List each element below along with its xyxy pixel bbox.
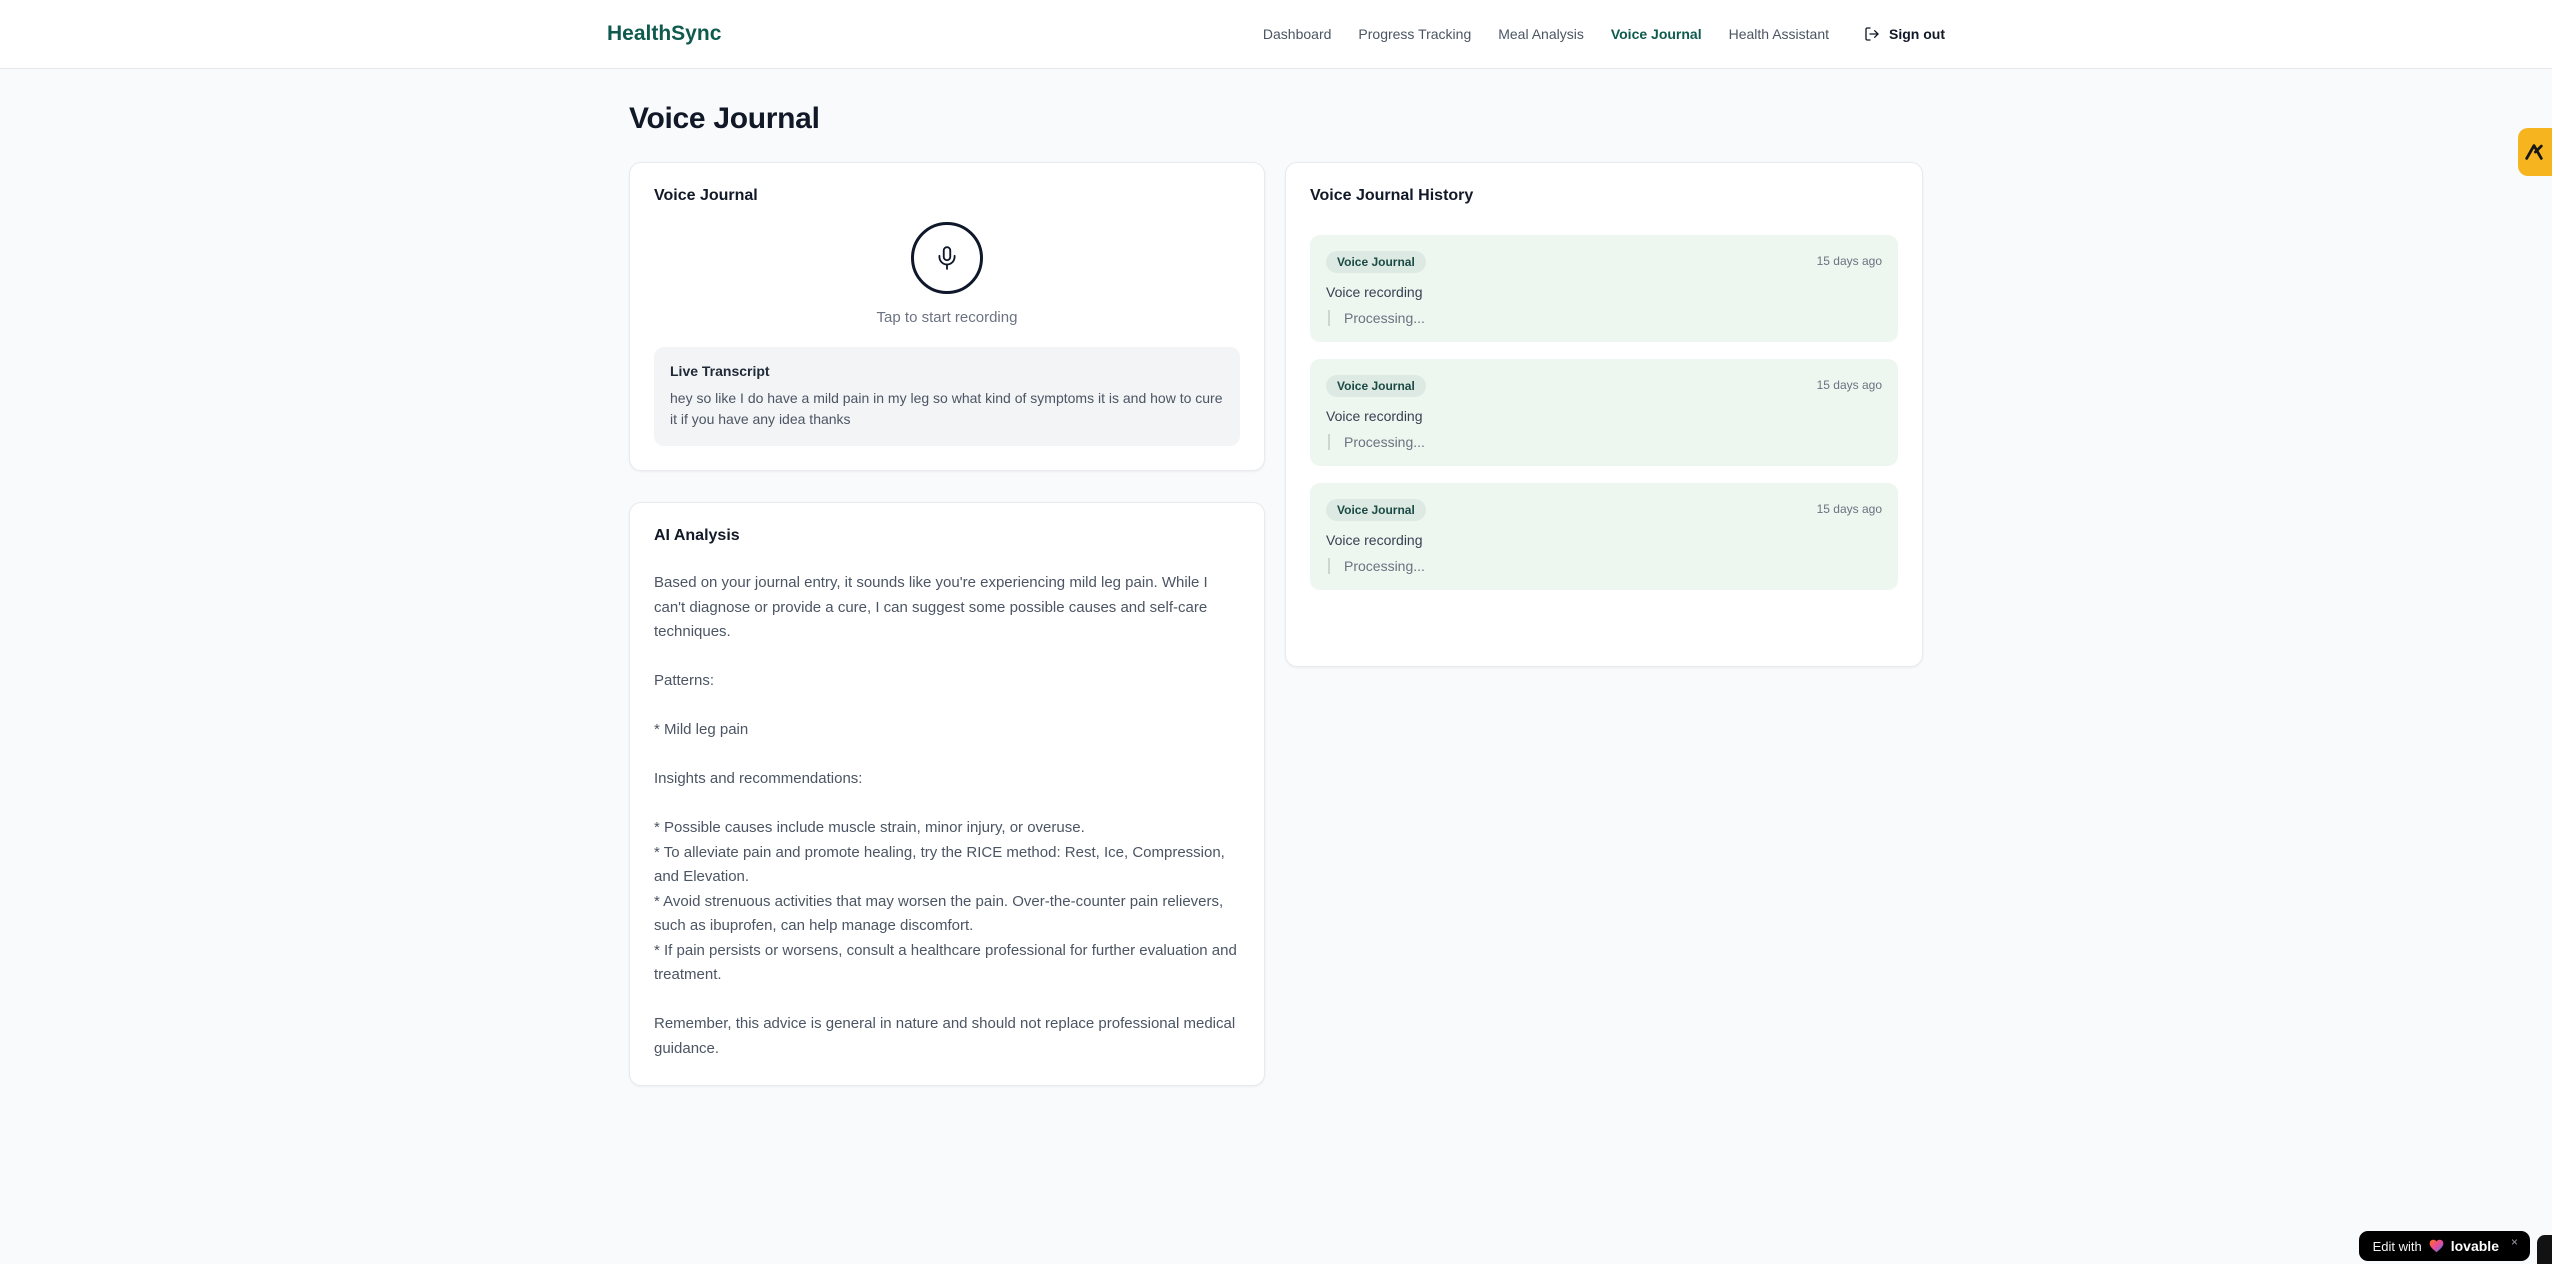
nav-item-health-assistant[interactable]: Health Assistant xyxy=(1729,26,1829,42)
lovable-brand-label: lovable xyxy=(2450,1238,2499,1254)
ai-analysis-title: AI Analysis xyxy=(654,527,740,544)
sign-out-label: Sign out xyxy=(1889,26,1945,42)
ai-analysis-body: Based on your journal entry, it sounds l… xyxy=(654,574,1237,1057)
voice-journal-history-card: Voice Journal History Voice Journal 15 d… xyxy=(1285,162,1923,667)
tap-to-record-hint: Tap to start recording xyxy=(876,309,1018,326)
entry-timestamp: 15 days ago xyxy=(1816,254,1882,268)
entry-title: Voice recording xyxy=(1326,532,1423,548)
edit-with-lovable-badge[interactable]: Edit with lovable × xyxy=(2358,1231,2530,1261)
page-title: Voice Journal xyxy=(629,102,820,135)
close-icon[interactable]: × xyxy=(2511,1235,2518,1249)
entry-processing-status: Processing... xyxy=(1328,558,1882,574)
live-transcript-panel: Live Transcript hey so like I do have a … xyxy=(654,347,1240,446)
history-entries: Voice Journal 15 days ago Voice recordin… xyxy=(1310,235,1898,590)
sign-out-button[interactable]: Sign out xyxy=(1864,26,1945,42)
voice-journal-recorder-card: Voice Journal Tap to start recording Liv… xyxy=(629,162,1265,471)
entry-title: Voice recording xyxy=(1326,284,1423,300)
live-transcript-title: Live Transcript xyxy=(670,363,770,379)
history-entry[interactable]: Voice Journal 15 days ago Voice recordin… xyxy=(1310,235,1898,342)
nav-item-progress-tracking[interactable]: Progress Tracking xyxy=(1358,26,1471,42)
nav-item-voice-journal[interactable]: Voice Journal xyxy=(1611,26,1702,42)
entry-timestamp: 15 days ago xyxy=(1816,378,1882,392)
edit-with-label: Edit with xyxy=(2372,1238,2422,1254)
recorder-card-title: Voice Journal xyxy=(654,187,758,204)
page-content: Voice Journal Voice Journal Tap to start… xyxy=(629,69,1923,1086)
entry-timestamp: 15 days ago xyxy=(1816,502,1882,516)
corner-widget-chip[interactable] xyxy=(2537,1235,2552,1264)
heart-icon xyxy=(2429,1239,2444,1253)
entry-processing-status: Processing... xyxy=(1328,310,1882,326)
history-entry[interactable]: Voice Journal 15 days ago Voice recordin… xyxy=(1310,483,1898,590)
history-entry[interactable]: Voice Journal 15 days ago Voice recordin… xyxy=(1310,359,1898,466)
top-navigation-bar: HealthSync Dashboard Progress Tracking M… xyxy=(0,0,2552,69)
live-transcript-text: hey so like I do have a mild pain in my … xyxy=(670,390,1223,427)
mic-icon xyxy=(934,245,960,271)
left-column: Voice Journal Tap to start recording Liv… xyxy=(629,162,1265,1086)
entry-processing-status: Processing... xyxy=(1328,434,1882,450)
main-nav: Dashboard Progress Tracking Meal Analysi… xyxy=(1263,26,1945,42)
app-logo[interactable]: HealthSync xyxy=(607,22,721,46)
entry-type-badge: Voice Journal xyxy=(1326,375,1426,397)
logout-icon xyxy=(1864,26,1880,42)
ai-analysis-card: AI Analysis Based on your journal entry,… xyxy=(629,502,1265,1086)
floating-brand-tab[interactable] xyxy=(2518,128,2552,176)
entry-title: Voice recording xyxy=(1326,408,1423,424)
history-card-title: Voice Journal History xyxy=(1310,187,1474,204)
nav-item-meal-analysis[interactable]: Meal Analysis xyxy=(1498,26,1584,42)
entry-type-badge: Voice Journal xyxy=(1326,499,1426,521)
record-button[interactable] xyxy=(911,222,983,294)
entry-type-badge: Voice Journal xyxy=(1326,251,1426,273)
lambda-icon xyxy=(2523,141,2545,163)
nav-item-dashboard[interactable]: Dashboard xyxy=(1263,26,1332,42)
